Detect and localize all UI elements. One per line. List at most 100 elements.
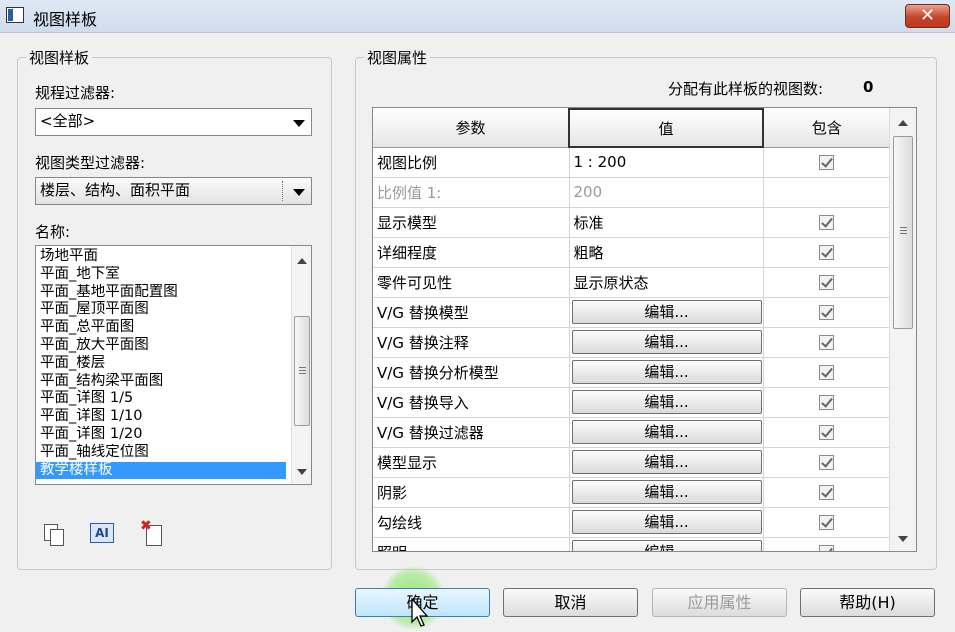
close-button[interactable]: ✕ — [905, 4, 950, 28]
list-item[interactable]: 平面_轴线定位图 — [36, 444, 286, 462]
scroll-up-icon[interactable] — [898, 120, 908, 126]
parameter-name: V/G 替换模型 — [373, 297, 570, 328]
table-row: 比例值 1: 200 — [373, 177, 891, 208]
edit-button[interactable]: 编辑... — [571, 300, 762, 324]
scroll-down-icon[interactable] — [898, 536, 908, 542]
delete-mark-icon: ✖ — [140, 518, 152, 534]
include-cell — [763, 237, 891, 268]
list-item[interactable]: 平面_楼层 — [36, 355, 286, 373]
scroll-thumb[interactable] — [893, 136, 913, 329]
parameter-value-cell: 编辑... — [569, 297, 764, 328]
include-checkbox[interactable] — [819, 425, 834, 440]
properties-scrollbar[interactable] — [889, 108, 916, 551]
view-type-filter-select[interactable]: 楼层、结构、面积平面 — [35, 177, 312, 205]
parameter-name: 比例值 1: — [373, 177, 570, 208]
edit-button[interactable]: 编辑... — [571, 450, 762, 474]
include-checkbox[interactable] — [819, 515, 834, 530]
properties-grid: 参数 值 包含 视图比例 1 : 200 比例值 1: 200 显示模型 标准 详细程度 粗略… — [372, 107, 917, 552]
list-item[interactable]: 平面_屋顶平面图 — [36, 301, 286, 319]
include-checkbox[interactable] — [819, 485, 834, 500]
include-checkbox[interactable] — [819, 365, 834, 380]
combo-divider — [282, 181, 283, 201]
include-checkbox[interactable] — [819, 215, 834, 230]
table-row: V/G 替换模型 编辑... — [373, 297, 891, 328]
include-checkbox[interactable] — [819, 155, 834, 170]
include-cell — [763, 267, 891, 298]
edit-button[interactable]: 编辑... — [571, 510, 762, 534]
scroll-up-icon[interactable] — [297, 258, 307, 264]
edit-button[interactable]: 编辑... — [571, 480, 762, 504]
include-checkbox[interactable] — [819, 455, 834, 470]
parameter-value: 200 — [569, 177, 764, 208]
include-checkbox[interactable] — [819, 305, 834, 320]
list-item[interactable]: 平面_详图 1/20 — [36, 426, 286, 444]
edit-button[interactable]: 编辑... — [571, 330, 762, 354]
assigned-views-label: 分配有此样板的视图数: — [668, 80, 824, 98]
table-row: 详细程度 粗略 — [373, 237, 891, 268]
cancel-button[interactable]: 取消 — [503, 588, 638, 617]
list-item[interactable]: 平面_放大平面图 — [36, 337, 286, 355]
window-title: 视图样板 — [33, 10, 98, 29]
view-type-filter-value: 楼层、结构、面积平面 — [40, 181, 191, 199]
list-item[interactable]: 场地平面 — [36, 248, 286, 266]
include-cell — [763, 147, 891, 178]
help-button[interactable]: 帮助(H) — [800, 588, 935, 617]
table-row: 模型显示 编辑... — [373, 447, 891, 478]
view-type-filter-label: 视图类型过滤器: — [35, 154, 146, 172]
include-checkbox[interactable] — [819, 335, 834, 350]
template-name-items: 场地平面 平面_地下室 平面_基地平面配置图 平面_屋顶平面图 平面_总平面图 平面_放大… — [36, 248, 286, 480]
parameter-value[interactable]: 1 : 200 — [569, 147, 764, 178]
table-row: 显示模型 标准 — [373, 207, 891, 238]
parameter-name: 模型显示 — [373, 447, 570, 478]
column-header-include[interactable]: 包含 — [763, 109, 891, 148]
edit-button[interactable]: 编辑... — [571, 390, 762, 414]
parameter-value[interactable]: 显示原状态 — [569, 267, 764, 298]
column-header-value[interactable]: 值 — [568, 108, 764, 148]
properties-table: 参数 值 包含 视图比例 1 : 200 比例值 1: 200 显示模型 标准 详细程度 粗略… — [373, 108, 891, 551]
template-name-list[interactable]: 场地平面 平面_地下室 平面_基地平面配置图 平面_屋顶平面图 平面_总平面图 平面_放大… — [35, 245, 312, 485]
parameter-value[interactable]: 标准 — [569, 207, 764, 238]
list-item[interactable]: 平面_地下室 — [36, 266, 286, 284]
chevron-down-icon — [293, 189, 305, 196]
assigned-views-count: 0 — [863, 78, 874, 96]
scroll-thumb[interactable] — [294, 316, 310, 426]
include-cell — [763, 447, 891, 478]
parameter-name: 显示模型 — [373, 207, 570, 238]
include-checkbox[interactable] — [819, 275, 834, 290]
rename-icon[interactable]: AI — [90, 523, 114, 543]
apply-properties-button[interactable]: 应用属性 — [652, 588, 787, 617]
chevron-down-icon — [293, 120, 305, 127]
parameter-name: 详细程度 — [373, 237, 570, 268]
include-checkbox[interactable] — [819, 245, 834, 260]
parameter-value-cell: 编辑... — [569, 327, 764, 358]
duplicate-icon[interactable] — [40, 522, 66, 546]
parameter-name: V/G 替换过滤器 — [373, 417, 570, 448]
edit-button[interactable]: 编辑... — [571, 540, 762, 551]
list-item[interactable]: 平面_结构梁平面图 — [36, 373, 286, 391]
list-item[interactable]: 平面_详图 1/5 — [36, 390, 286, 408]
include-cell — [763, 537, 891, 551]
scroll-down-icon[interactable] — [297, 469, 307, 475]
name-list-scrollbar[interactable] — [291, 246, 311, 484]
parameter-name: 勾绘线 — [373, 507, 570, 538]
list-item[interactable]: 平面_总平面图 — [36, 319, 286, 337]
include-checkbox[interactable] — [819, 545, 834, 551]
list-item[interactable]: 教学楼样板 — [36, 461, 286, 480]
parameter-name: 阴影 — [373, 477, 570, 508]
view-templates-group-title: 视图样板 — [26, 47, 93, 68]
list-item[interactable]: 平面_详图 1/10 — [36, 408, 286, 426]
list-item[interactable]: 平面_基地平面配置图 — [36, 284, 286, 302]
parameter-name: V/G 替换分析模型 — [373, 357, 570, 388]
edit-button[interactable]: 编辑... — [571, 360, 762, 384]
discipline-filter-value: <全部> — [40, 112, 96, 130]
discipline-filter-select[interactable]: <全部> — [35, 108, 312, 136]
edit-button[interactable]: 编辑... — [571, 420, 762, 444]
include-checkbox[interactable] — [819, 395, 834, 410]
parameter-name: 零件可见性 — [373, 267, 570, 298]
delete-icon[interactable]: ✖ — [140, 518, 166, 546]
parameter-name: V/G 替换导入 — [373, 387, 570, 418]
parameter-value[interactable]: 粗略 — [569, 237, 764, 268]
column-header-parameter[interactable]: 参数 — [373, 109, 570, 148]
parameter-name: V/G 替换注释 — [373, 327, 570, 358]
parameter-value-cell: 编辑... — [569, 447, 764, 478]
